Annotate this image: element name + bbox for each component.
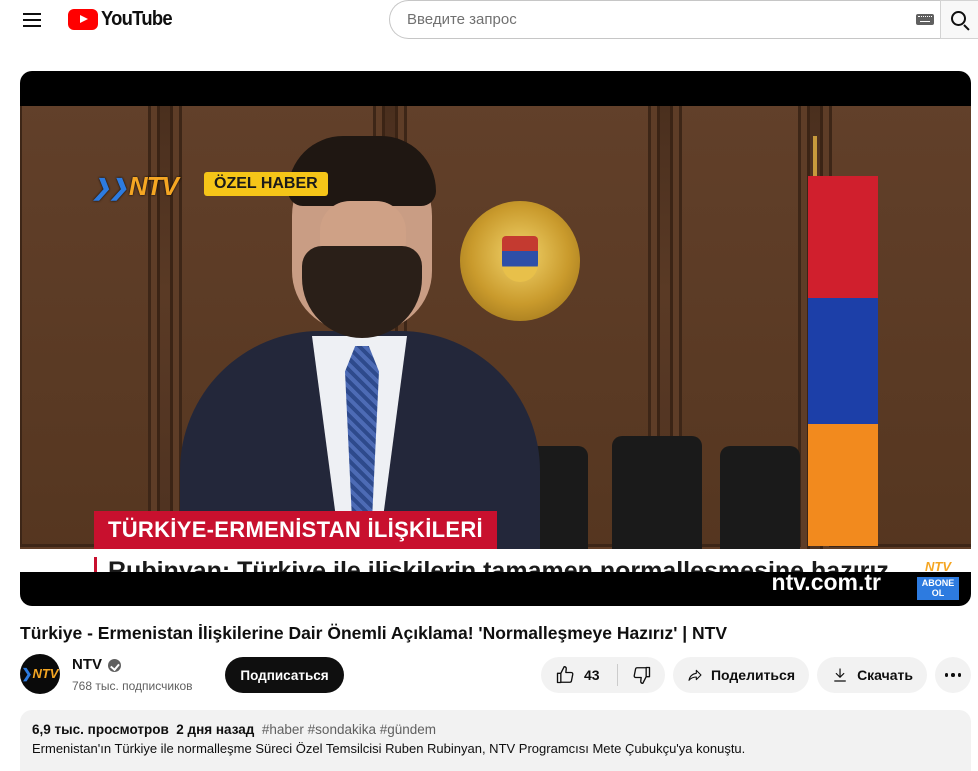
armenian-flag [808,176,878,546]
ntv-bug-logo: ❯❯NTV [92,171,179,201]
armenian-emblem [460,201,580,321]
more-actions-button[interactable] [935,657,971,693]
search-icon [951,10,966,26]
ozel-haber-badge: ÖZEL HABER [204,172,328,196]
dislike-button[interactable] [618,657,665,693]
channel-avatar[interactable]: ❯NTV [20,654,60,694]
website-watermark: ntv.com.tr [771,569,881,595]
share-label: Поделиться [710,667,795,683]
youtube-play-icon [68,8,98,30]
subscribe-bug[interactable]: NTV ABONE OL [917,559,959,601]
owner-row: ❯NTV NTV 768 тыс. подписчиков Подписатьс… [20,654,971,698]
more-icon [944,673,949,677]
video-frame: ❯❯NTV ÖZEL HABER TÜRKİYE-ERMENİSTAN İLİŞ… [20,106,971,572]
search-bar [389,0,978,39]
hashtag-link[interactable]: #gündem [380,722,436,737]
search-input[interactable] [407,11,877,28]
video-player[interactable]: ❯❯NTV ÖZEL HABER TÜRKİYE-ERMENİSTAN İLİŞ… [20,71,971,606]
download-label: Скачать [857,667,913,683]
youtube-logo[interactable]: YouTube [68,8,178,30]
search-box[interactable] [389,0,940,39]
thumbs-down-icon [633,666,650,684]
hashtag-link[interactable]: #sondakika [308,722,376,737]
description-text: Ermenistan'ın Türkiye ile normalleşme Sü… [32,741,746,756]
channel-name[interactable]: NTV [72,656,102,673]
chair [720,446,800,556]
masthead: YouTube [0,0,978,40]
youtube-logo-text: YouTube [101,7,173,30]
view-count: 6,9 тыс. просмотров [32,722,169,737]
upload-date: 2 дня назад [176,722,255,737]
search-button[interactable] [940,0,978,39]
lower-third-title: TÜRKİYE-ERMENİSTAN İLİŞKİLERİ [94,511,497,549]
like-button[interactable]: 43 [541,657,617,693]
download-icon [834,668,846,682]
chair [612,436,702,556]
download-button[interactable]: Скачать [817,657,927,693]
like-dislike-group: 43 [541,657,665,693]
video-title: Türkiye - Ermenistan İlişkilerine Dair Ö… [20,623,728,643]
share-button[interactable]: Поделиться [673,657,809,693]
subscriber-count: 768 тыс. подписчиков [72,679,193,693]
description-meta: 6,9 тыс. просмотров 2 дня назад #haber #… [32,722,959,737]
thumbs-up-icon [556,666,574,684]
like-count: 43 [584,667,600,683]
keyboard-icon[interactable] [916,14,934,25]
description-box[interactable]: 6,9 тыс. просмотров 2 дня назад #haber #… [20,710,971,771]
verified-icon [108,659,121,672]
hashtag-link[interactable]: #haber [262,722,304,737]
menu-icon[interactable] [14,5,50,35]
subscribe-button[interactable]: Подписаться [225,657,344,693]
share-icon [688,669,702,681]
